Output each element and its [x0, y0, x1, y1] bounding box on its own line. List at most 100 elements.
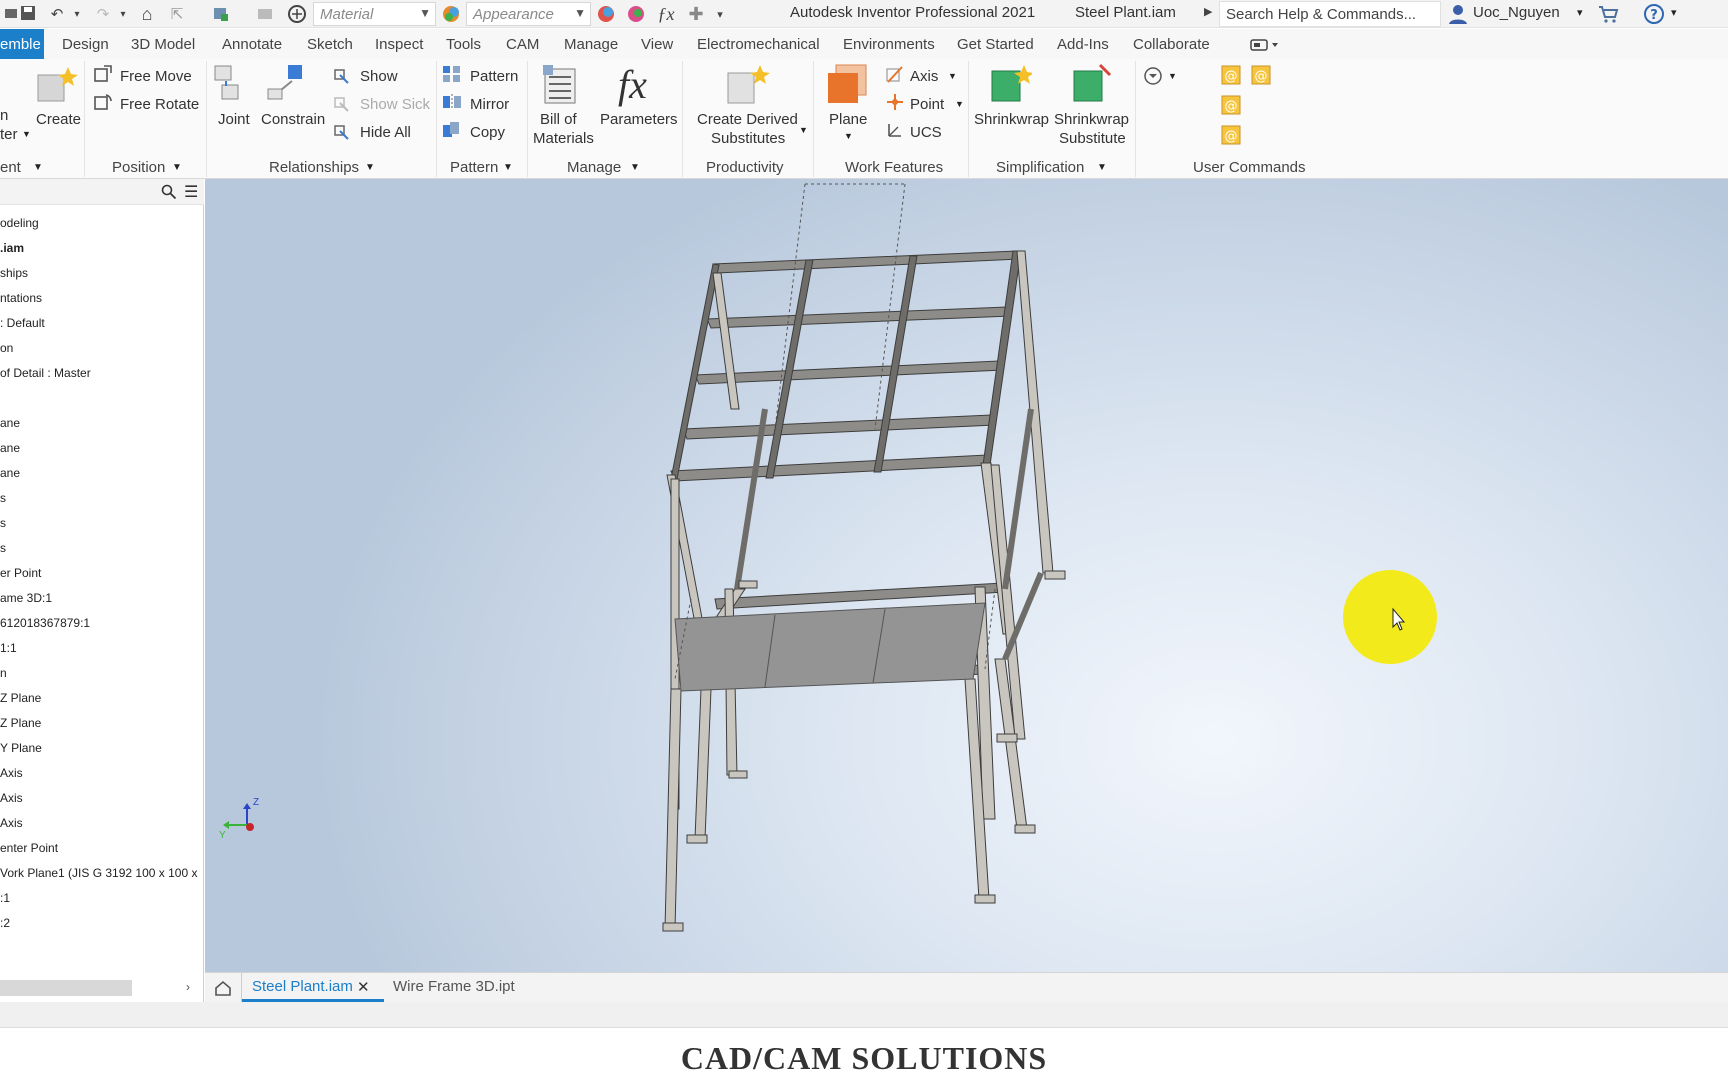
browser-tree-item[interactable]: :2: [0, 916, 10, 930]
measure-icon[interactable]: [256, 5, 274, 23]
browser-tree-item[interactable]: er Point: [0, 566, 41, 580]
chevron-down-icon[interactable]: ▼: [1097, 162, 1107, 173]
tab-collaborate[interactable]: Collaborate: [1133, 36, 1210, 53]
browser-tree-item[interactable]: ane: [0, 441, 20, 455]
undo-dropdown-icon[interactable]: ▾: [72, 3, 82, 25]
browser-tree-item[interactable]: Y Plane: [0, 741, 42, 755]
create-derived-line2[interactable]: Substitutes: [711, 130, 785, 147]
shrinkwrap-icon[interactable]: [988, 63, 1032, 107]
cart-icon[interactable]: [1597, 4, 1619, 24]
browser-tree-item[interactable]: n: [0, 666, 7, 680]
graphics-viewport[interactable]: Z Y: [205, 179, 1728, 972]
chevron-down-icon[interactable]: ▼: [630, 162, 640, 173]
create-derived-substitutes-icon[interactable]: [724, 63, 770, 107]
bill-of-materials-icon[interactable]: [541, 63, 585, 107]
tab-sketch[interactable]: Sketch: [307, 36, 353, 53]
place-label[interactable]: n: [0, 107, 8, 124]
tab-tools[interactable]: Tools: [446, 36, 481, 53]
help-icon[interactable]: ?: [1643, 3, 1665, 25]
undo-icon[interactable]: ↶: [46, 3, 68, 25]
panel-display-icon[interactable]: [1250, 39, 1280, 51]
browser-tree-item[interactable]: Z Plane: [0, 716, 41, 730]
menu-icon[interactable]: ☰: [184, 182, 198, 202]
user-command-icon[interactable]: @: [1221, 95, 1241, 115]
tab-add-ins[interactable]: Add-Ins: [1057, 36, 1109, 53]
chevron-down-icon[interactable]: ▼: [844, 131, 853, 141]
tab-steel-plant[interactable]: Steel Plant.iam: [252, 978, 353, 995]
chevron-down-icon[interactable]: ▼: [1168, 71, 1177, 81]
joint-button[interactable]: Joint: [218, 111, 250, 128]
user-dropdown-icon[interactable]: ▾: [1577, 6, 1583, 19]
browser-tree-item[interactable]: ane: [0, 416, 20, 430]
shrinkwrap-substitute-line1[interactable]: Shrinkwrap: [1054, 111, 1129, 128]
show-sick-button[interactable]: Show Sick: [360, 96, 430, 113]
browser-tree-item[interactable]: 1:1: [0, 641, 17, 655]
plane-button[interactable]: Plane: [829, 111, 867, 128]
tab-assemble[interactable]: emble: [0, 29, 44, 59]
redo-icon[interactable]: ↷: [92, 3, 114, 25]
axis-button[interactable]: Axis: [910, 68, 938, 85]
chevron-right-icon[interactable]: ›: [186, 980, 190, 994]
select-icon[interactable]: ⇱: [166, 3, 188, 25]
tab-get-started[interactable]: Get Started: [957, 36, 1034, 53]
bom-label-line1[interactable]: Bill of: [540, 111, 577, 128]
tab-design[interactable]: Design: [62, 36, 109, 53]
browser-tree-item[interactable]: Axis: [0, 816, 23, 830]
clear-appearance-icon[interactable]: [626, 4, 646, 24]
tab-environments[interactable]: Environments: [843, 36, 935, 53]
user-command-icon[interactable]: @: [1221, 125, 1241, 145]
browser-tree-item[interactable]: ntations: [0, 291, 42, 305]
home-icon[interactable]: [214, 979, 232, 997]
parameters-icon[interactable]: fx: [618, 61, 647, 108]
user-command-icon[interactable]: @: [1221, 65, 1241, 85]
steel-frame-model[interactable]: [205, 179, 1728, 972]
help-dropdown-icon[interactable]: ▾: [1671, 6, 1677, 19]
user-name[interactable]: Uoc_Nguyen: [1473, 4, 1560, 21]
chevron-down-icon[interactable]: ▼: [799, 125, 808, 135]
chevron-down-icon[interactable]: ▼: [365, 162, 375, 173]
hide-all-button[interactable]: Hide All: [360, 124, 411, 141]
chevron-down-icon[interactable]: ▼: [948, 71, 957, 81]
chevron-down-icon[interactable]: ▼: [955, 99, 964, 109]
browser-tree-item[interactable]: s: [0, 516, 6, 530]
tab-inspect[interactable]: Inspect: [375, 36, 423, 53]
tab-3d-model[interactable]: 3D Model: [131, 36, 195, 53]
create-derived-line1[interactable]: Create Derived: [697, 111, 798, 128]
customize-icon[interactable]: ▾: [712, 3, 728, 25]
horizontal-scrollbar[interactable]: [0, 980, 132, 996]
shrinkwrap-substitute-icon[interactable]: [1070, 63, 1114, 107]
search-icon[interactable]: [161, 184, 177, 200]
ucs-button[interactable]: UCS: [910, 124, 942, 141]
browser-tree-item[interactable]: Axis: [0, 791, 23, 805]
search-input[interactable]: Search Help & Commands...: [1219, 1, 1441, 27]
tab-manage[interactable]: Manage: [564, 36, 618, 53]
navigation-icon[interactable]: [1142, 65, 1164, 87]
folder-icon[interactable]: [4, 6, 18, 20]
home-icon[interactable]: ⌂: [136, 3, 158, 25]
browser-tree-item[interactable]: of Detail : Master: [0, 366, 91, 380]
browser-tree-item[interactable]: .iam: [0, 241, 24, 255]
view-triad-icon[interactable]: [219, 795, 269, 845]
show-button[interactable]: Show: [360, 68, 398, 85]
free-move-button[interactable]: Free Move: [120, 68, 192, 85]
browser-tree-item[interactable]: :1: [0, 891, 10, 905]
adjust-appearance-icon[interactable]: [596, 4, 616, 24]
plane-icon[interactable]: [826, 63, 870, 107]
free-rotate-button[interactable]: Free Rotate: [120, 96, 199, 113]
tab-annotate[interactable]: Annotate: [222, 36, 282, 53]
tab-electromechanical[interactable]: Electromechanical: [697, 36, 820, 53]
browser-tree-item[interactable]: ame 3D:1: [0, 591, 52, 605]
browser-tree-item[interactable]: enter Point: [0, 841, 58, 855]
tab-view[interactable]: View: [641, 36, 673, 53]
joint-icon[interactable]: [212, 63, 246, 103]
chevron-down-icon[interactable]: ▼: [503, 162, 513, 173]
browser-tree-item[interactable]: ships: [0, 266, 28, 280]
center-label[interactable]: ter: [0, 126, 18, 143]
appearance-dropdown[interactable]: Appearance ▼: [466, 2, 591, 26]
bom-label-line2[interactable]: Materials: [533, 130, 594, 147]
search-arrow-icon[interactable]: ▶: [1204, 5, 1212, 18]
browser-tree-item[interactable]: Axis: [0, 766, 23, 780]
browser-tree-item[interactable]: ane: [0, 466, 20, 480]
plus-icon[interactable]: ✚: [686, 3, 706, 25]
browser-tree-item[interactable]: s: [0, 491, 6, 505]
